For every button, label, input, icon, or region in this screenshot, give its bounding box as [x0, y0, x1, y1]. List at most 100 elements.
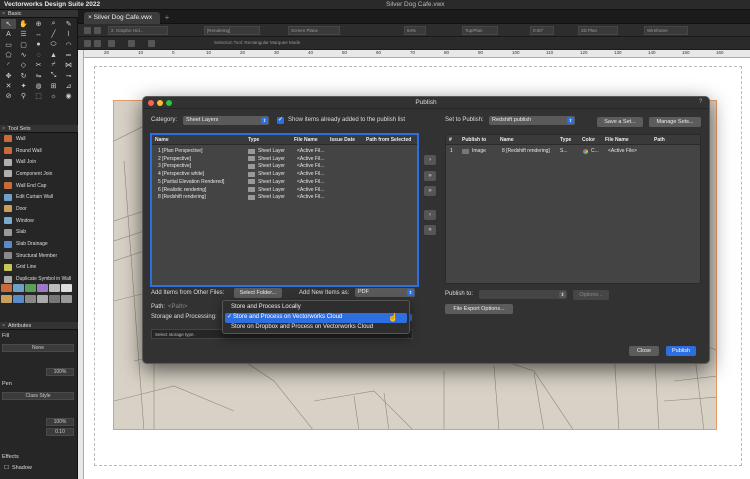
rounded-rect-tool-icon[interactable]: ▢ [16, 40, 31, 50]
column-header[interactable]: Issue Date [330, 137, 355, 143]
clip-tool-icon[interactable]: ✂ [31, 60, 46, 70]
list-item[interactable]: 6 [Realistic rendering] Sheet Layer <Activ… [152, 186, 417, 194]
dimension-tool-icon[interactable]: ↔ [31, 29, 46, 39]
oval-tool-icon[interactable]: ⬭ [46, 40, 61, 50]
resize-mode-icon[interactable] [148, 40, 155, 47]
list-item[interactable]: 5 [Partial Elevation Rendered] Sheet Laye… [152, 178, 417, 186]
tool-item[interactable]: Grid Line [1, 262, 77, 274]
list-item[interactable]: 8 [Redshift rendering] Sheet Layer <Active… [152, 193, 417, 201]
circle-tool-icon[interactable]: ● [31, 40, 46, 50]
add-new-as-dropdown[interactable]: PDF ⇕ [355, 288, 415, 297]
manage-sets-button[interactable]: Manage Sets... [649, 117, 701, 127]
viewport-tool-icon[interactable]: ⬚ [31, 91, 46, 101]
reshape-tool-icon[interactable]: ⤡ [46, 70, 61, 80]
close-button[interactable]: Close [629, 346, 659, 356]
double-line-tool-icon[interactable]: ═ [61, 50, 76, 60]
line-tool-icon[interactable]: ╱ [46, 29, 61, 39]
options-button[interactable]: Options... [573, 290, 609, 300]
select-folder-button[interactable]: Select Folder... [234, 288, 282, 298]
set-to-publish-dropdown[interactable]: Redshift publish ⇕ [489, 116, 575, 125]
category-dropdown[interactable]: Sheet Layers ⇕ [183, 116, 269, 125]
mirror-tool-icon[interactable]: ⇋ [31, 70, 46, 80]
spiral-tool-icon[interactable]: ◌ [31, 50, 46, 60]
freehand-tool-icon[interactable]: ∿ [16, 50, 31, 60]
callout-tool-icon[interactable]: ☰ [16, 29, 31, 39]
walkthrough-tool-icon[interactable]: ⚲ [16, 91, 31, 101]
forward-icon[interactable] [94, 27, 101, 34]
shadow-checkbox-icon[interactable]: ☐ [4, 465, 9, 471]
zoom-field[interactable]: 64% [404, 26, 426, 35]
color-wheel-icon[interactable] [583, 148, 588, 154]
layer-field[interactable]: [Rendering] [204, 26, 260, 35]
help-icon[interactable]: ? [699, 99, 702, 105]
table-row[interactable]: 1 Image 8 [Redshift rendering] S... C...… [446, 147, 700, 155]
add-all-options-button[interactable]: » [424, 171, 436, 181]
connect-tool-icon[interactable]: ⊸ [61, 70, 76, 80]
column-header[interactable]: Type [248, 137, 259, 143]
pen-opacity-field[interactable]: 100% [46, 418, 74, 426]
fill-opacity-field[interactable]: 100% [46, 368, 74, 376]
tool-item[interactable]: Structural Member [1, 250, 77, 262]
close-icon[interactable]: × [2, 10, 5, 18]
saved-view-field[interactable]: 2. Graphic Hid... [108, 26, 168, 35]
rotate-tool-icon[interactable]: ↻ [16, 70, 31, 80]
file-export-options-button[interactable]: File Export Options... [445, 304, 513, 314]
split-tool-icon[interactable]: ⌿ [46, 60, 61, 70]
rotate-mode-icon[interactable] [128, 40, 135, 47]
remove-all-button[interactable]: « [424, 225, 436, 235]
document-tab[interactable]: × Silver Dog Cafe.vwx [84, 12, 160, 24]
column-header[interactable]: File Name [294, 137, 318, 143]
tool-item[interactable]: Slab [1, 227, 77, 239]
lasso-mode-icon[interactable] [94, 40, 101, 47]
detailing-icon[interactable] [49, 284, 60, 292]
line-weight-field[interactable]: 0.10 [46, 428, 74, 436]
furniture-icon[interactable] [1, 294, 12, 303]
back-icon[interactable] [84, 27, 91, 34]
triangle-tool-icon[interactable]: ▲ [46, 50, 61, 60]
save-set-button[interactable]: Save a Set... [597, 117, 643, 127]
fill-style-dropdown[interactable]: None [2, 344, 74, 352]
tool-item[interactable]: Slab Drainage [1, 238, 77, 250]
camera-tool-icon[interactable]: ◉ [61, 91, 76, 101]
column-header[interactable]: Path [654, 137, 665, 143]
column-header[interactable]: Name [500, 137, 514, 143]
attribute-mapping-tool-icon[interactable]: ⊘ [1, 91, 16, 101]
publish-to-dropdown[interactable]: ⇕ [479, 290, 567, 299]
trim-tool-icon[interactable]: ⋈ [61, 60, 76, 70]
close-icon[interactable]: × [2, 125, 5, 133]
polygon-tool-icon[interactable]: ⬠ [1, 50, 16, 60]
list-item[interactable]: 3 [Perspective] Sheet Layer <Active Fil... [152, 162, 417, 170]
add-all-button[interactable]: » [424, 186, 436, 196]
tool-item[interactable]: Wall End Cap [1, 180, 77, 192]
visualization-icon[interactable] [61, 284, 72, 292]
single-object-mode-icon[interactable] [108, 40, 115, 47]
rotation-field[interactable]: 0.00° [530, 26, 554, 35]
publish-button[interactable]: Publish [666, 346, 696, 356]
move-tool-icon[interactable]: ✥ [1, 70, 16, 80]
snap-tool-icon[interactable]: ⊞ [46, 81, 61, 91]
show-items-checkbox[interactable]: ✓ [277, 117, 284, 124]
locus-tool-icon[interactable]: ✕ [1, 81, 16, 91]
offset-tool-icon[interactable]: ◇ [16, 60, 31, 70]
tool-item[interactable]: Window [1, 215, 77, 227]
tool-item[interactable]: Edit Curtain Wall [1, 191, 77, 203]
fabric-icon[interactable] [37, 294, 48, 303]
text-tool-icon[interactable]: A [1, 29, 16, 39]
building-shell-icon[interactable] [1, 284, 12, 292]
pan-tool-icon[interactable]: ✋ [16, 19, 31, 29]
stamp-tool-icon[interactable]: ◍ [31, 81, 46, 91]
rectangle-tool-icon[interactable]: ▭ [1, 40, 16, 50]
arc-tool-icon[interactable]: ◠ [61, 40, 76, 50]
dims-notes-icon[interactable] [25, 294, 36, 303]
mep-icon[interactable] [13, 294, 24, 303]
landmark-icon[interactable] [25, 284, 36, 292]
column-header[interactable]: Color [582, 137, 595, 143]
selection-tool-icon[interactable]: ↖ [1, 19, 16, 30]
tool-item[interactable]: Round Wall [1, 145, 77, 157]
column-header[interactable]: # [449, 137, 452, 143]
menu-item-store-cloud[interactable]: ✓Store and Process on Vectorworks Cloud [225, 313, 407, 323]
eyedropper-tool-icon[interactable]: ✎ [61, 19, 76, 29]
list-item[interactable]: 4 [Perspective white] Sheet Layer <Active … [152, 170, 417, 178]
menu-item-store-locally[interactable]: Store and Process Locally [225, 303, 407, 313]
space-planning-icon[interactable] [49, 294, 60, 303]
